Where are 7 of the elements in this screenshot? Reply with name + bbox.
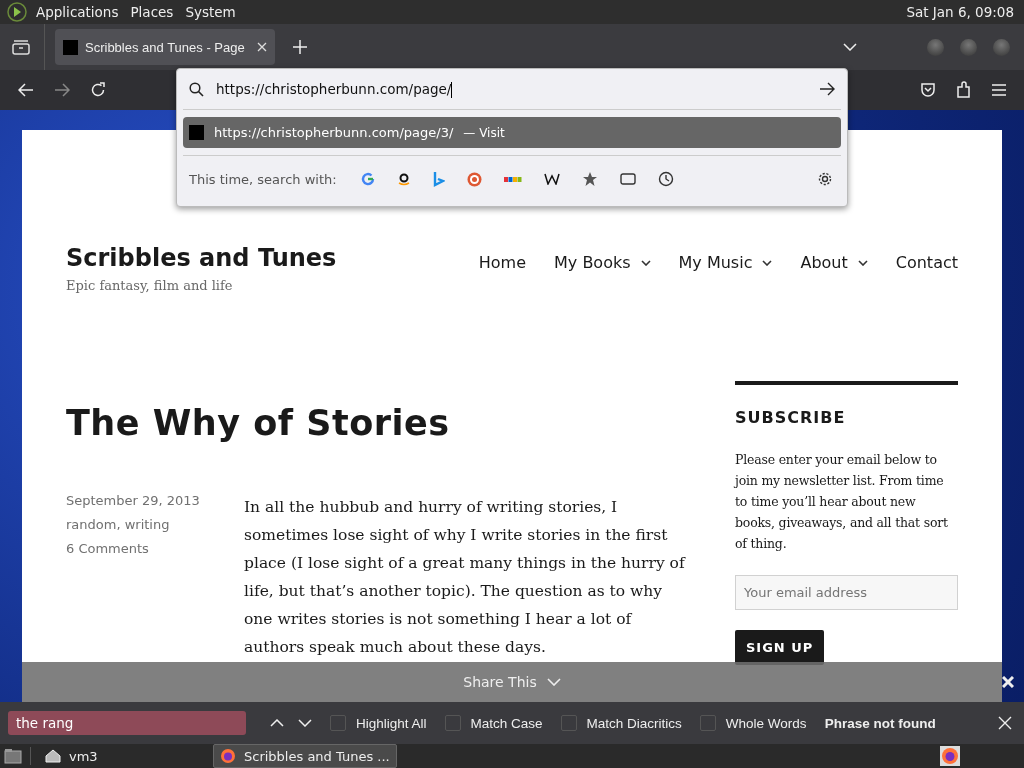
tab-title: Scribbles and Tunes - Page [85, 39, 246, 55]
post-paragraph: In all the hubbub and hurry of writing stories, I sometimes lose sight of why I write stories in the first place (I lose sight of a great many things in the hurry of life, but that’s another topic). The question as to why one writes stories is not something I hear a lot of authors speak much about these days. [244, 497, 687, 658]
find-status: Phrase not found [824, 715, 936, 731]
widget-text: Please enter your email below to join my newsletter list. From time to time you’ll hear about new books, giveaways, and all that sort of thing. [735, 451, 949, 553]
site-tagline: Epic fantasy, film and life [66, 278, 234, 293]
search-with-label: This time, search with: [189, 171, 337, 187]
widget-heading: SUBSCRIBE [735, 408, 847, 427]
